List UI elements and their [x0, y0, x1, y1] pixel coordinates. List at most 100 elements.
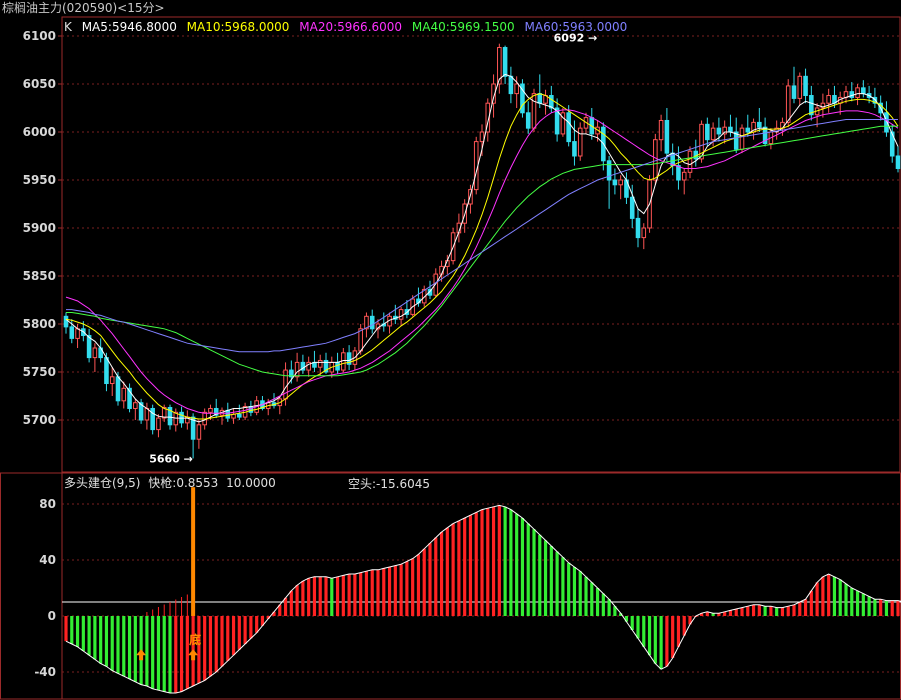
indicator-bar	[659, 616, 663, 670]
candle-down	[612, 179, 618, 186]
indicator-bar	[543, 540, 548, 616]
indicator-bar	[549, 546, 553, 616]
indicator-bar	[301, 581, 305, 616]
legend-ma60: MA60:5963.0000	[524, 20, 628, 34]
indicator-bar	[503, 506, 507, 616]
indicator-bar	[439, 532, 444, 616]
candle-down	[508, 75, 514, 95]
legend-ma5: MA5:5946.8000	[81, 20, 177, 34]
indicator-bar	[590, 582, 594, 616]
candle-down	[861, 87, 866, 95]
candle-down	[705, 123, 710, 141]
indicator-bar	[480, 509, 484, 616]
indicator-bar	[307, 578, 311, 616]
candle-down	[791, 85, 797, 99]
candle-down	[629, 196, 635, 219]
candle-down	[69, 326, 75, 339]
candle-up	[653, 139, 658, 181]
indicator-bar	[93, 616, 97, 660]
candle-up	[121, 387, 127, 402]
indicator-bar	[226, 616, 230, 661]
price-axis-labels: 5700 5750 5800 5850 5900 5950 6000 6050 6100	[23, 29, 62, 427]
indicator-bar	[295, 585, 299, 616]
indicator-legend: 多头建仓(9,5) 快枪:0.8553 10.0000	[64, 475, 280, 491]
candle-up	[92, 347, 98, 359]
indicator-bar	[330, 578, 334, 616]
indicator-bar	[780, 607, 785, 616]
indicator-bar	[255, 616, 259, 633]
indicator-bar	[607, 599, 611, 616]
indicator-bar	[405, 561, 409, 616]
indicator-bar	[387, 567, 392, 616]
indicator-bar	[850, 588, 854, 616]
indicator-bar	[283, 597, 288, 616]
indicator-bar	[179, 616, 184, 692]
indicator-bar	[567, 562, 571, 616]
indicator-bar	[775, 607, 779, 616]
indicator-bar	[468, 515, 473, 616]
candle-up	[144, 407, 150, 421]
candle-up	[855, 87, 860, 98]
candle-down	[849, 91, 855, 98]
indicator-bar	[474, 512, 478, 616]
price-tick-label: 5900	[23, 221, 56, 235]
indicator-bar	[867, 596, 871, 616]
indicator-bar	[572, 567, 577, 616]
indicator-bar	[151, 616, 155, 689]
candle-up	[133, 402, 138, 409]
indicator-bar	[884, 600, 889, 616]
indicator-bar	[364, 571, 369, 616]
indicator-bar	[110, 616, 114, 671]
candle-up	[196, 424, 202, 440]
indicator-bar	[855, 590, 860, 616]
indicator-bar	[416, 554, 421, 616]
indicator-bar	[832, 576, 837, 616]
candle-up	[641, 227, 647, 239]
indicator-bar	[798, 602, 802, 616]
indicator-bar	[532, 529, 536, 616]
kline-chart[interactable]: 570057505800585059005950600060506100 609…	[0, 0, 901, 700]
indicator-bar	[197, 616, 201, 684]
price-tick-label: 6100	[23, 29, 56, 43]
candle-down	[369, 315, 375, 330]
indicator-bar	[526, 523, 530, 616]
candle-down	[502, 47, 508, 77]
indicator-bar	[203, 616, 207, 681]
indicator-bar	[87, 616, 91, 656]
indicator-bar	[757, 604, 761, 616]
price-annotation-label: 5660 →	[149, 452, 193, 465]
indicator-bar	[665, 616, 669, 667]
indicator-bar	[636, 616, 640, 639]
indicator-bar	[243, 616, 247, 644]
indicator-bar	[728, 610, 733, 616]
indicator-bar	[515, 513, 519, 616]
price-tick-label: 6000	[23, 125, 56, 139]
candle-up	[577, 127, 583, 157]
indicator-tick-label: -40	[34, 665, 56, 679]
signal-label: 底	[189, 632, 201, 647]
candle-up	[283, 369, 288, 400]
indicator-bar	[751, 604, 756, 616]
indicator-bar	[555, 551, 559, 616]
indicator-bar	[803, 599, 808, 616]
indicator-bar	[861, 593, 865, 616]
candle-down	[63, 315, 69, 328]
indicator-bar	[312, 576, 317, 616]
indicator-tick-label: 0	[48, 609, 56, 623]
indicator-name: 多头建仓(9,5)	[64, 476, 141, 490]
candle-up	[294, 361, 300, 378]
candle-up	[208, 407, 213, 413]
candle-down	[757, 121, 762, 128]
candle-down	[676, 165, 681, 181]
indicator-bar	[359, 572, 363, 616]
candle-up	[156, 417, 161, 431]
signal-bar	[191, 487, 196, 616]
candle-up	[531, 93, 537, 129]
indicator-bar	[769, 606, 773, 616]
indicator-bar	[168, 616, 172, 693]
candle-down	[237, 413, 242, 418]
indicator-bar	[434, 537, 438, 616]
indicator-bar	[116, 616, 120, 674]
indicator-bar	[520, 518, 525, 616]
indicator-bar	[642, 616, 646, 647]
